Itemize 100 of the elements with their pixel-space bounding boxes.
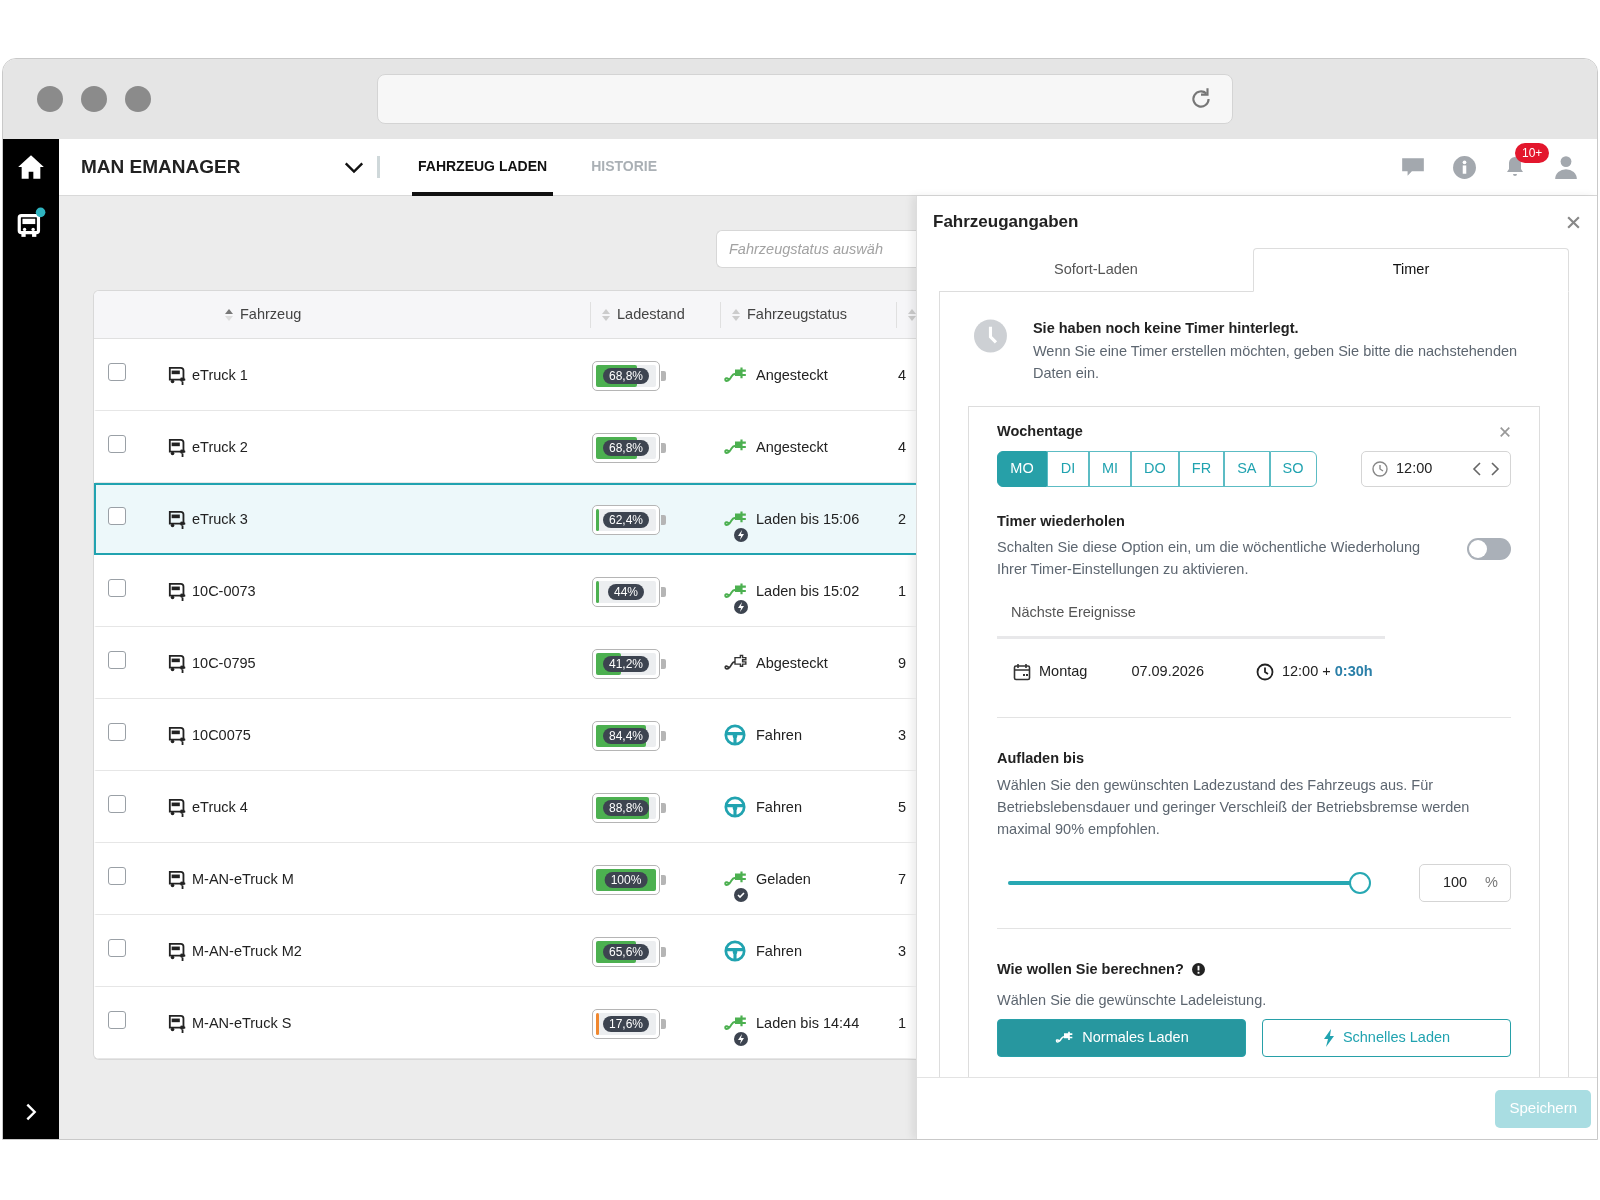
- column-header[interactable]: Fahrzeugstatus: [747, 303, 847, 326]
- weekday-button[interactable]: MI: [1089, 450, 1132, 487]
- notification-badge: 10+: [1515, 142, 1550, 163]
- vehicle-name: eTruck 4: [192, 797, 248, 817]
- app-title: MAN EMANAGER: [81, 154, 242, 179]
- notice-text: Wenn Sie eine Timer erstellen möchten, geben Sie bitte die nachstehenden Daten ein.: [1032, 341, 1519, 383]
- panel-title: Fahrzeugangaben: [933, 211, 1079, 234]
- panel-tab[interactable]: Timer: [1253, 248, 1569, 292]
- info-icon[interactable]: [1191, 963, 1205, 977]
- vehicle-name: M-AN-eTruck M2: [192, 941, 302, 961]
- window-control-button[interactable]: [125, 86, 151, 112]
- truck-icon: [168, 508, 188, 531]
- user-icon[interactable]: [1553, 154, 1579, 180]
- status-text: Laden bis 15:06: [756, 509, 860, 529]
- notice-title: Sie haben noch keine Timer hinterlegt.: [1032, 319, 1300, 338]
- vehicle-name: 10C-0073: [192, 581, 256, 601]
- vehicle-name: M-AN-eTruck M: [192, 869, 294, 889]
- truck-icon: [168, 940, 188, 963]
- vehicle-name: eTruck 2: [192, 437, 248, 457]
- status-text: Angesteckt: [756, 437, 828, 457]
- sort-icon[interactable]: [224, 307, 234, 322]
- column-header[interactable]: Ladestand: [617, 303, 685, 326]
- clock-icon: [1372, 460, 1388, 477]
- status-text: Abgesteckt: [756, 653, 828, 673]
- nav-tab[interactable]: HISTORIE: [585, 138, 663, 196]
- status-text: Fahren: [756, 725, 802, 745]
- table-cell: 1: [898, 1014, 907, 1031]
- close-icon[interactable]: [1499, 425, 1511, 438]
- chevron-left-icon[interactable]: [1472, 461, 1482, 476]
- table-cell: 7: [898, 870, 907, 887]
- weekday-button[interactable]: MO: [997, 450, 1047, 487]
- status-text: Fahren: [756, 797, 802, 817]
- home-icon[interactable]: [17, 153, 45, 181]
- row-checkbox[interactable]: [108, 507, 126, 525]
- close-icon[interactable]: [1566, 214, 1581, 230]
- vehicle-name: 10C0075: [192, 725, 251, 745]
- weekday-button[interactable]: FR: [1178, 450, 1225, 487]
- section-title: Wochentage: [997, 421, 1083, 441]
- row-checkbox[interactable]: [108, 435, 126, 453]
- check-badge-icon: [734, 887, 748, 902]
- section-title: Aufladen bis: [997, 749, 1085, 768]
- vehicle-name: M-AN-eTruck S: [192, 1013, 292, 1033]
- row-checkbox[interactable]: [108, 1011, 126, 1029]
- row-checkbox[interactable]: [108, 723, 126, 741]
- toggle-switch[interactable]: [1467, 538, 1511, 561]
- row-checkbox[interactable]: [108, 579, 126, 597]
- status-text: Angesteckt: [756, 365, 828, 385]
- truck-icon: [168, 868, 188, 891]
- section-text: Schalten Sie diese Option ein, um die wöchentliche Wiederholung Ihrer Timer-Einstellungen zu aktivieren.: [997, 538, 1422, 580]
- truck-icon: [168, 364, 188, 387]
- bus-icon[interactable]: [16, 207, 46, 239]
- vehicle-name: eTruck 3: [192, 509, 248, 529]
- table-cell: 4: [898, 438, 907, 455]
- window-control-button[interactable]: [37, 86, 63, 112]
- time-field[interactable]: 12:00: [1361, 450, 1511, 487]
- window-control-button[interactable]: [81, 86, 107, 112]
- weekday-button[interactable]: SA: [1224, 450, 1270, 487]
- weekday-button[interactable]: SO: [1269, 450, 1317, 487]
- column-header[interactable]: Fahrzeug: [240, 303, 302, 326]
- table-cell: 3: [898, 942, 907, 959]
- slider-thumb[interactable]: [1349, 871, 1371, 894]
- truck-icon: [168, 1012, 188, 1035]
- section-title: Wie wollen Sie berechnen?: [997, 959, 1184, 979]
- row-checkbox[interactable]: [108, 651, 126, 669]
- row-checkbox[interactable]: [108, 363, 126, 381]
- charge-mode-button[interactable]: Normales Laden: [997, 1018, 1246, 1057]
- row-checkbox[interactable]: [108, 867, 126, 885]
- row-checkbox[interactable]: [108, 939, 126, 957]
- lightning-badge-icon: [734, 599, 748, 614]
- weekday-button[interactable]: DI: [1047, 450, 1089, 487]
- status-text: Fahren: [756, 941, 802, 961]
- table-cell: 4: [898, 366, 907, 383]
- percent-field[interactable]: 100 %: [1419, 863, 1511, 902]
- steering-wheel-icon: [722, 939, 748, 962]
- truck-icon: [168, 580, 188, 603]
- weekday-button[interactable]: DO: [1131, 450, 1179, 487]
- truck-icon: [168, 436, 188, 459]
- event-time: 12:00 + 0:30h: [1281, 662, 1373, 682]
- status-text: Geladen: [756, 869, 811, 889]
- table-cell: 3: [898, 726, 907, 743]
- vehicle-name: eTruck 1: [192, 365, 248, 385]
- truck-icon: [168, 652, 188, 675]
- clock-icon: [974, 318, 1007, 354]
- row-checkbox[interactable]: [108, 795, 126, 813]
- table-cell: 2: [898, 510, 907, 527]
- clock-icon: [1255, 663, 1274, 681]
- truck-icon: [168, 724, 188, 747]
- lightning-badge-icon: [734, 527, 748, 542]
- steering-wheel-icon: [722, 795, 748, 818]
- calendar-icon: [1013, 663, 1031, 681]
- section-text: Wählen Sie die gewünschte Ladeleistung.: [997, 990, 1268, 1010]
- lightning-icon: [1322, 1028, 1335, 1047]
- section-text: Wählen Sie den gewünschten Ladezustand des Fahrzeugs aus. Für Betriebslebensdauer und geringer Verschleiß der Betriebsbremse werden maximal 90% empfohlen.: [997, 775, 1471, 839]
- table-cell: 1: [898, 582, 907, 599]
- charge-mode-button[interactable]: Schnelles Laden: [1262, 1018, 1511, 1057]
- vehicle-name: 10C-0795: [192, 653, 256, 673]
- event-date: 07.09.2026: [1131, 662, 1204, 682]
- filter-field[interactable]: Fahrzeugstatus auswäh: [716, 230, 916, 268]
- table-cell: 9: [898, 654, 907, 671]
- table-cell: 5: [898, 798, 907, 815]
